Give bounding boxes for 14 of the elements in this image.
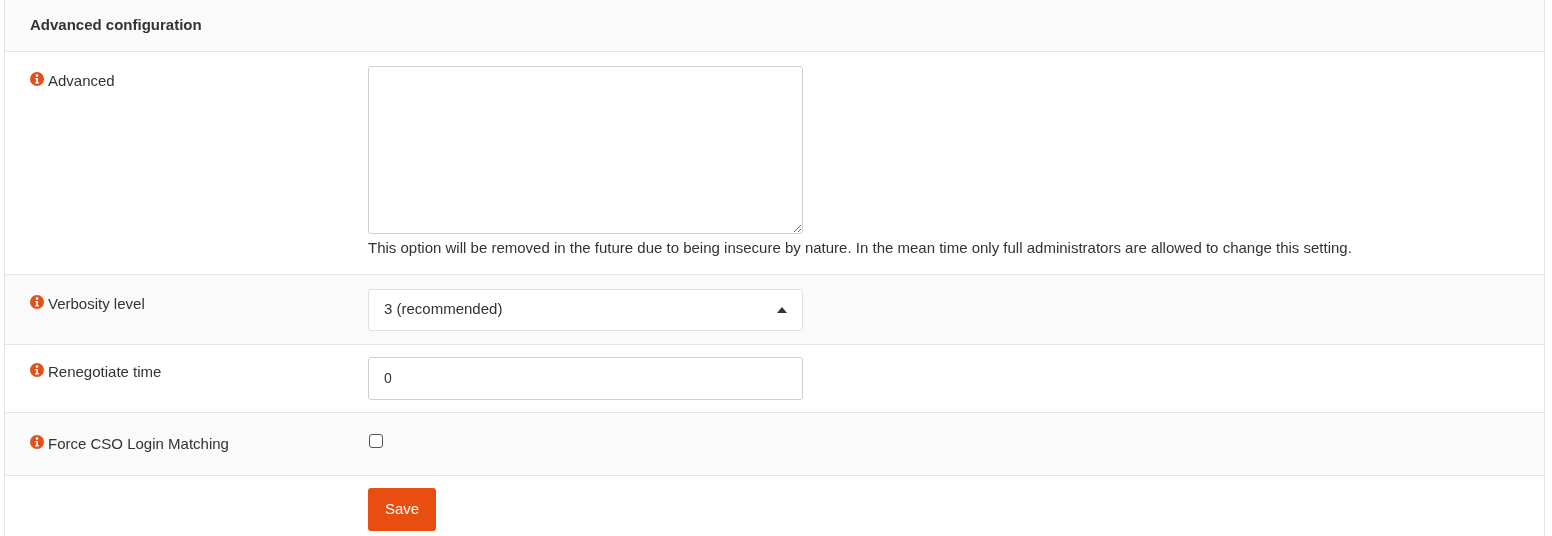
field-label: Force CSO Login Matching xyxy=(48,433,229,454)
field-label: Advanced xyxy=(48,71,115,91)
field-label: Verbosity level xyxy=(48,293,145,314)
info-icon xyxy=(30,434,44,449)
help-text: This option will be removed in the future due to being insecure by nature. In the mean time only full administrators are allowed to change this setting. xyxy=(368,238,1352,258)
renegotiate-time-input[interactable]: 0 xyxy=(368,356,803,400)
panel-title: Advanced configuration xyxy=(30,15,202,36)
info-icon xyxy=(30,294,44,309)
verbosity-select[interactable]: 3 (recommended) xyxy=(368,288,803,331)
save-button[interactable]: Save xyxy=(368,488,437,531)
info-icon xyxy=(30,362,44,377)
checkbox[interactable] xyxy=(369,433,383,448)
field-label: Renegotiate time xyxy=(48,361,162,382)
info-icon xyxy=(30,72,44,86)
